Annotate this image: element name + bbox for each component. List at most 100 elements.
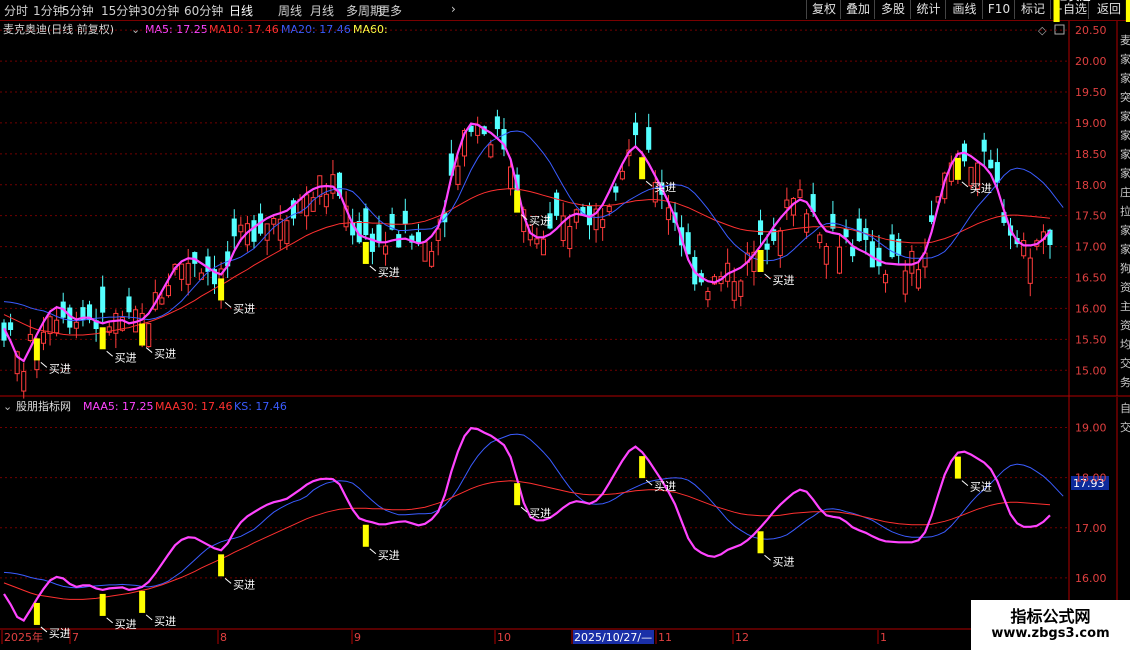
buy-signal-arrow-sub	[145, 614, 153, 621]
candle-body	[415, 232, 421, 244]
buy-signal-bar-sub	[639, 456, 646, 479]
candle-body	[988, 159, 994, 169]
date-label: 12	[735, 631, 749, 644]
date-label: 7	[72, 631, 79, 644]
right-strip-char: 家	[1120, 147, 1130, 161]
candle-body	[882, 273, 889, 284]
candle-body	[777, 230, 783, 256]
buy-signal-label-main: 买进	[378, 266, 400, 279]
ma20-legend: MA20: 17.46	[281, 23, 351, 36]
candle-body	[284, 220, 290, 245]
candle-body	[981, 139, 987, 152]
buy-signal-label-main: 买进	[970, 182, 992, 195]
candle-body	[534, 238, 540, 245]
candle-body	[383, 245, 389, 255]
candle-body	[850, 246, 856, 257]
candle-body	[804, 213, 810, 233]
y-tick-label: 15.00	[1075, 364, 1107, 377]
buy-signal-label-main: 买进	[115, 351, 137, 364]
buy-signal-label-sub: 买进	[529, 507, 551, 520]
buy-signal-bar-main	[33, 338, 40, 361]
candle-body	[251, 220, 257, 242]
buy-signal-label-sub: 买进	[773, 555, 795, 568]
candle-body	[40, 331, 47, 344]
candle-body	[856, 218, 862, 242]
ks-legend: KS: 17.46	[234, 400, 287, 413]
buy-signal-bar-main	[139, 323, 146, 346]
date-label: 9	[354, 631, 361, 644]
buy-signal-bar-main	[99, 327, 106, 350]
y-tick-label-sub: 16.00	[1075, 572, 1107, 585]
candle-body	[369, 233, 375, 252]
candle-body	[830, 213, 836, 229]
panel-toggle-icon[interactable]	[1054, 24, 1065, 35]
buy-signal-label-main: 买进	[529, 215, 551, 228]
candle-body	[929, 215, 935, 222]
candle-body	[994, 162, 1000, 183]
candle-body	[613, 186, 619, 193]
candle-body	[909, 250, 915, 274]
watermark-title: 指标公式网	[1010, 607, 1091, 626]
candle-body	[1027, 257, 1033, 284]
buy-signal-label-main: 买进	[233, 302, 255, 315]
buy-signal-bar-main	[218, 278, 225, 301]
buy-signal-bar-sub	[362, 524, 369, 547]
chevron-down-icon-sub[interactable]: ⌄	[3, 400, 12, 413]
right-strip-char: 交	[1120, 356, 1130, 370]
buy-signal-label-main: 买进	[49, 362, 71, 375]
buy-signal-bar-sub	[33, 602, 40, 625]
candle-body	[797, 189, 803, 199]
candle-body	[8, 322, 14, 330]
candle-body	[784, 199, 790, 209]
stock-chart[interactable]: 麦克奥迪(日线 前复权) ⌄ MA5: 17.25 MA10: 17.46 MA…	[0, 0, 1130, 650]
y-tick-label: 20.50	[1075, 24, 1107, 37]
right-strip-char: 狗	[1120, 262, 1130, 275]
date-label: 10	[497, 631, 511, 644]
buy-signal-arrow-main	[645, 180, 653, 187]
buy-signal-label-sub: 买进	[654, 480, 676, 493]
buy-signal-arrow-sub	[961, 480, 969, 486]
candle-body	[738, 280, 744, 297]
candle-body	[836, 246, 843, 274]
buy-signal-bar-main	[639, 157, 646, 180]
candle-body	[633, 122, 639, 136]
y-tick-label: 18.50	[1075, 148, 1107, 161]
candle-body	[238, 224, 244, 233]
right-strip-char-sub: 交	[1120, 420, 1130, 434]
date-label: 1	[880, 631, 887, 644]
candle-body	[73, 321, 79, 329]
sub-chart-title: 股朋指标网	[16, 399, 71, 413]
candle-body	[422, 241, 428, 262]
candle-body	[540, 238, 546, 256]
candle-body	[731, 281, 737, 301]
maa30-legend: MAA30: 17.46	[155, 400, 233, 413]
buy-signal-arrow-main	[764, 273, 771, 280]
buy-signal-bar-sub	[954, 456, 961, 479]
date-label: 2025/10/27/—	[574, 631, 652, 644]
candle-body	[843, 228, 849, 238]
right-strip-char: 家	[1120, 223, 1130, 237]
candle-body	[823, 245, 829, 265]
candle-body	[363, 208, 369, 236]
candle-body	[396, 234, 402, 248]
candle-body	[1021, 240, 1027, 257]
buy-signal-arrow-main	[145, 347, 153, 353]
chevron-down-icon[interactable]: ⌄	[131, 23, 140, 36]
date-label: 11	[658, 631, 672, 644]
maa5-legend: MAA5: 17.25	[83, 400, 154, 413]
ma10-legend: MA10: 17.46	[209, 23, 279, 36]
buy-signal-bar-main	[362, 241, 369, 264]
buy-signal-label-sub: 买进	[233, 578, 255, 591]
right-strip-char: 麦	[1120, 34, 1130, 47]
candle-body	[47, 316, 53, 335]
main-chart-title: 麦克奥迪(日线 前复权)	[3, 22, 114, 36]
y-tick-label: 16.50	[1075, 272, 1107, 285]
right-strip-char: 资	[1120, 281, 1130, 294]
buy-signal-label-sub: 买进	[115, 618, 137, 631]
candle-body	[54, 319, 60, 334]
buy-signal-label-main: 买进	[773, 274, 795, 287]
buy-signal-label-sub: 买进	[154, 615, 176, 628]
y-tick-label: 19.50	[1075, 86, 1107, 99]
candle-body	[869, 241, 875, 268]
ma60-legend: MA60:	[353, 23, 388, 36]
